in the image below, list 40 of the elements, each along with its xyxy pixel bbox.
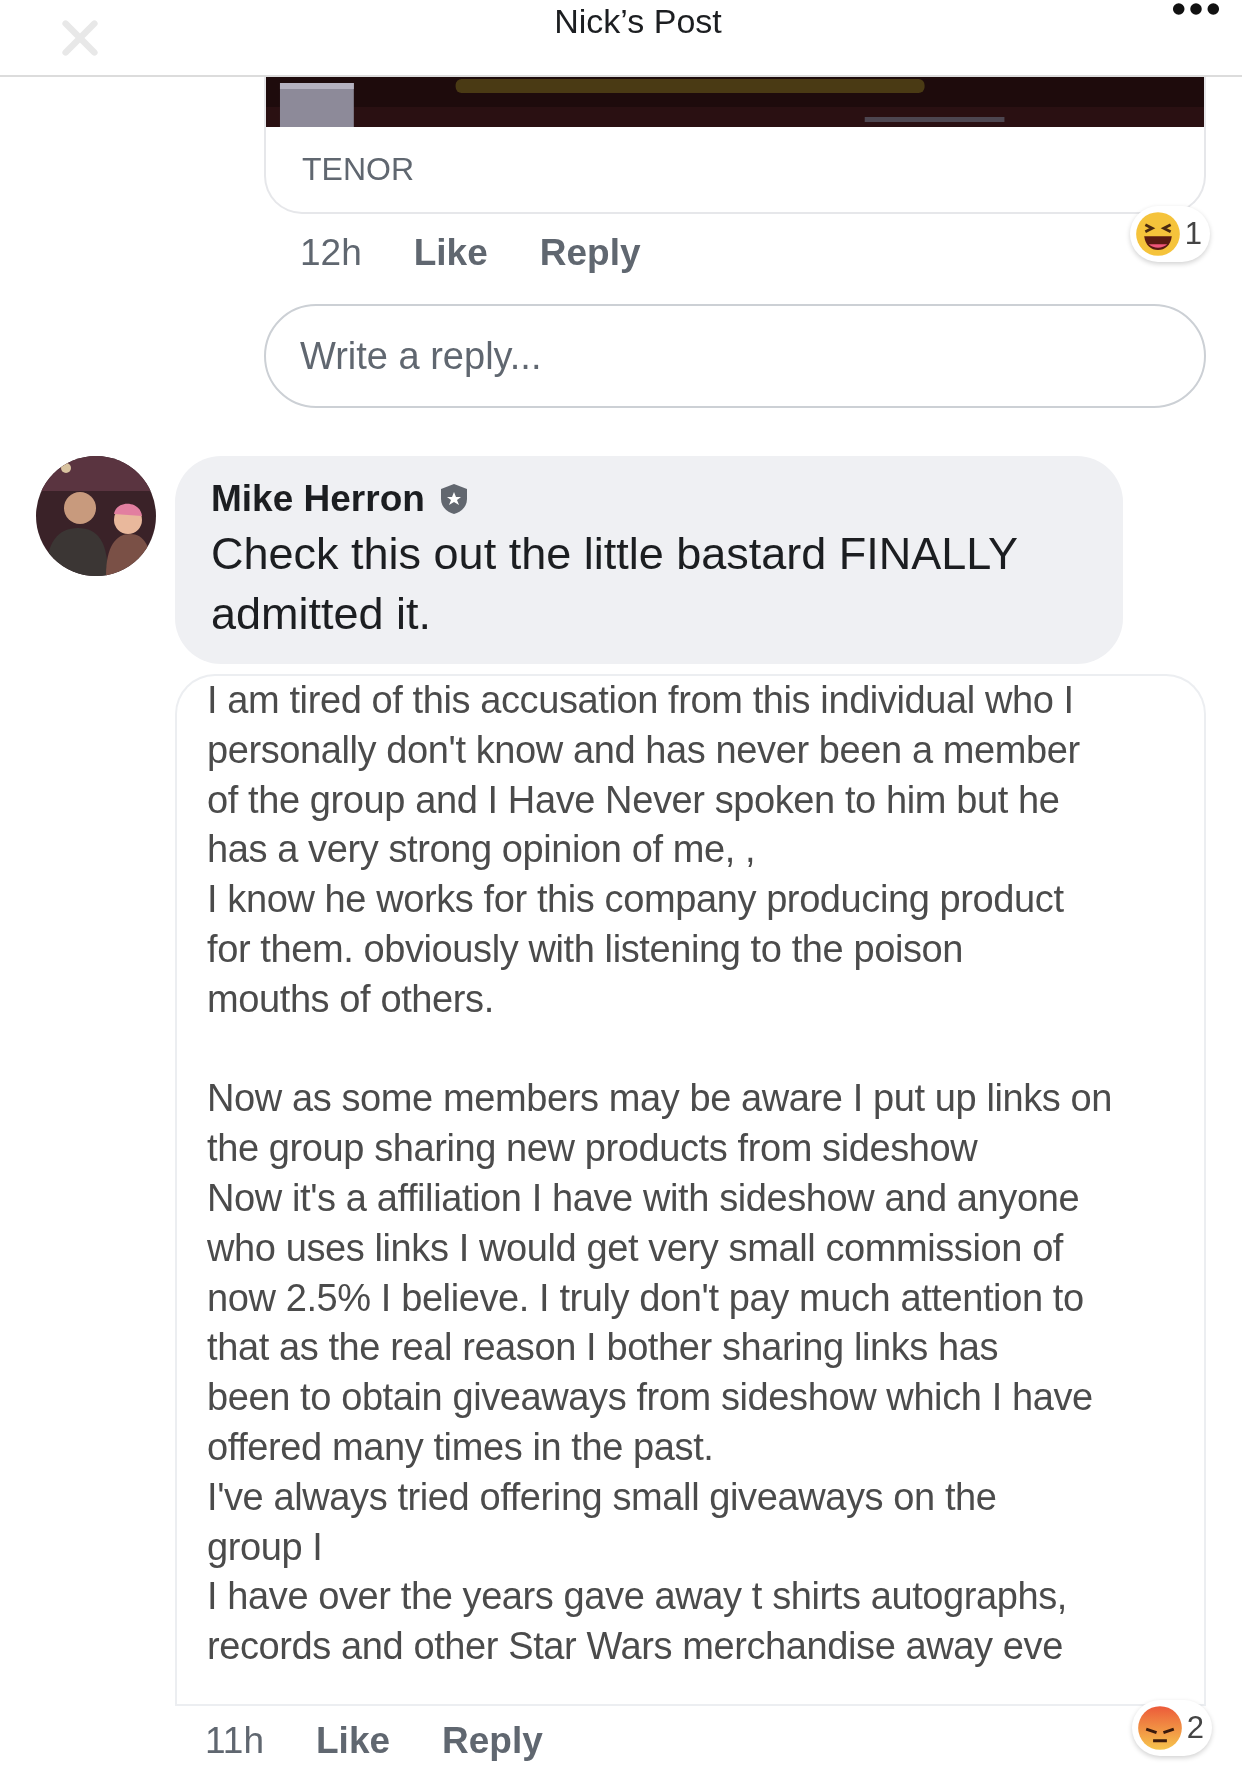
screenshot-text-line: Now it's a affiliation I have with sideshow and anyone <box>207 1175 1081 1221</box>
screenshot-text-line: personally don't know and has never been a member <box>207 727 1081 773</box>
comment-action-link[interactable]: Reply <box>442 1720 543 1762</box>
screenshot-text-line: has a very strong opinion of me, , <box>207 827 757 873</box>
screenshot-text-line: records and other Star Wars merchandise away eve <box>207 1624 1064 1670</box>
reaction-count: 1 <box>1184 216 1202 252</box>
shield-star-icon <box>438 483 469 515</box>
comment-action-link[interactable]: Reply <box>539 232 641 274</box>
gif-source: TENOR <box>301 150 415 189</box>
reaction-badge[interactable]: 1 <box>1129 206 1210 262</box>
screenshot-text-line: I know he works for this company producing product <box>207 877 1065 923</box>
comment-action-link[interactable]: Like <box>413 232 488 274</box>
screenshot-text-line: the group sharing new products from sideshow <box>207 1126 979 1172</box>
screenshot-text-line: I am tired of this accusation from this individual who I <box>207 678 1075 723</box>
reaction-count: 2 <box>1186 1710 1204 1746</box>
comment-time: 11h <box>205 1720 264 1762</box>
reaction-badge[interactable]: 2 <box>1131 1700 1212 1756</box>
screenshot-text-line: of the group and I Have Never spoken to him but he <box>207 777 1061 823</box>
reply-field[interactable]: Write a reply... <box>264 304 1206 408</box>
screenshot-text-line: I've always tried offering small giveaways on the <box>207 1474 998 1520</box>
comment-time: 12h <box>300 232 362 274</box>
more-icon[interactable] <box>1172 2 1220 16</box>
screenshot-text-line: who uses links I would get very small commission of <box>207 1225 1065 1271</box>
page-title: Nick’s Post <box>554 2 722 41</box>
screenshot-text-line: group I <box>207 1524 324 1570</box>
screenshot-text-line: been to obtain giveaways from sideshow which I have <box>207 1375 1094 1421</box>
angry-emoji-icon <box>1136 1705 1183 1751</box>
gif-card[interactable]: TENOR <box>264 77 1206 214</box>
comment-text: Check this out the little bastard FINALLY admitted it. <box>211 527 1019 641</box>
screenshot-text-line: for them. obviously with listening to the poison <box>207 927 964 972</box>
screenshot-text-line: Now as some members may be aware I put up links on <box>207 1076 1114 1122</box>
comment-action-link[interactable]: Like <box>316 1720 391 1762</box>
author-name[interactable]: Mike Herron <box>211 478 425 520</box>
screenshot-text-line: now 2.5% I believe. I truly don't pay much attention to <box>207 1275 1085 1321</box>
screenshot-card[interactable] <box>175 674 1206 1704</box>
screenshot-text-line: that as the real reason I bother sharing links has <box>207 1325 1000 1371</box>
laughing-emoji-icon <box>1134 211 1181 257</box>
screenshot-text-line: I have over the years gave away t shirts autographs, <box>207 1574 1068 1620</box>
screenshot-text-line: offered many times in the past. <box>207 1424 715 1470</box>
screenshot-text-line: mouths of others. <box>207 976 495 1022</box>
